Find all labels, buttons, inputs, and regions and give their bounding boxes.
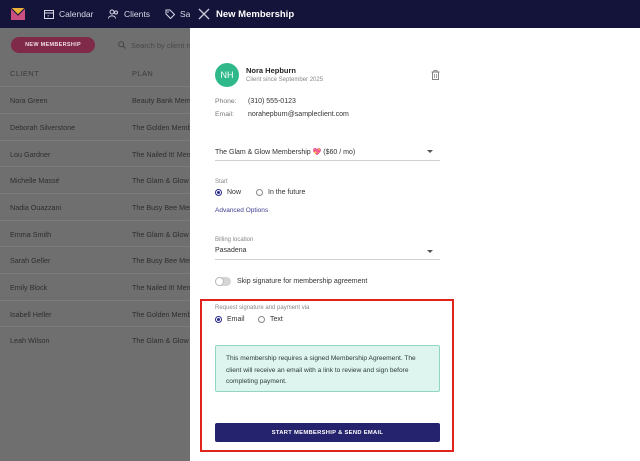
plan-select-value: The Glam & Glow Membership 💖 ($60 / mo) [215,149,356,156]
start-future-label[interactable]: In the future [268,189,305,196]
start-now-radio[interactable] [215,189,222,196]
chevron-down-icon [427,150,433,153]
start-label: Start [215,179,228,185]
request-via-label: Request signature and payment via [215,305,310,311]
clients-icon [108,9,118,19]
request-text-label[interactable]: Text [270,316,283,323]
start-membership-send-email-button[interactable]: START MEMBERSHIP & SEND EMAIL [215,423,440,442]
client-since: Client since September 2025 [246,77,324,83]
agreement-info-box: This membership requires a signed Member… [215,345,440,392]
client-name: Sarah Geller [10,256,51,265]
new-membership-drawer: New Membership NH Nora Hepburn Client si… [190,0,640,461]
client-search-field[interactable]: Search by client n [118,37,198,53]
nav-sales[interactable]: Sal [165,0,192,28]
client-name: Emily Block [10,283,48,292]
request-email-radio[interactable] [215,316,222,323]
request-text-radio[interactable] [258,316,265,323]
nav-calendar-label: Calendar [59,9,94,19]
billing-location-label: Billing location [215,237,254,243]
advanced-options-link[interactable]: Advanced Options [215,207,268,214]
chevron-down-icon [427,250,433,253]
start-future-radio[interactable] [256,189,263,196]
trash-icon[interactable] [431,70,440,80]
billing-select-underline [215,259,440,260]
tag-icon [165,9,175,19]
client-name: Nora Green [10,96,48,105]
plan-name: The Glam & Glow [132,336,189,345]
close-icon[interactable] [198,8,210,20]
skip-signature-toggle[interactable] [215,277,231,286]
client-name: Deborah Silverstone [10,123,76,132]
calendar-icon: 7 [44,10,54,19]
plan-name: The Glam & Glow [132,230,189,239]
client-name: Leah Wilson [10,336,50,345]
client-name: Emma Smith [10,230,52,239]
plan-name: The Busy Bee Mem [132,256,190,265]
nav-clients-label: Clients [124,9,150,19]
new-membership-button[interactable]: NEW MEMBERSHIP [11,37,95,53]
plan-name: The Golden Memb [132,123,190,132]
plan-name: The Glam & Glow [132,176,189,185]
nav-clients[interactable]: Clients [108,0,150,28]
email-label: Email: [215,111,234,118]
client-name: Lou Gardner [10,150,51,159]
request-email-label[interactable]: Email [227,316,245,323]
search-icon [118,41,126,49]
billing-location-value: Pasadena [215,247,247,254]
nav-calendar[interactable]: 7 Calendar [44,0,94,28]
drawer-header: New Membership [190,0,640,28]
email-value: norahepburn@sampleclient.com [248,111,349,118]
svg-text:7: 7 [47,14,50,19]
search-placeholder: Search by client n [131,40,191,50]
client-avatar: NH [215,63,239,87]
app-logo-icon[interactable] [11,8,25,20]
skip-signature-label: Skip signature for membership agreement [237,278,368,285]
plan-name: The Busy Bee Mem [132,203,190,212]
plan-name: The Nailed It! Mem [132,150,190,159]
client-name: Isabell Heller [10,310,52,319]
drawer-title: New Membership [216,9,295,20]
plan-name: The Golden Memb [132,310,190,319]
phone-value: (310) 555-0123 [248,98,296,105]
start-now-label[interactable]: Now [227,189,241,196]
phone-label: Phone: [215,98,237,105]
column-header-plan[interactable]: PLAN [132,69,153,78]
plan-name: The Nailed It! Mem [132,283,190,292]
column-header-client[interactable]: CLIENT [10,69,39,78]
plan-name: Beauty Bank Memb [132,96,190,105]
client-name: Nora Hepburn [246,66,297,75]
client-name: Nadia Ouazzani [10,203,62,212]
client-name: Michelle Massé [10,176,60,185]
plan-select-underline [215,160,440,161]
